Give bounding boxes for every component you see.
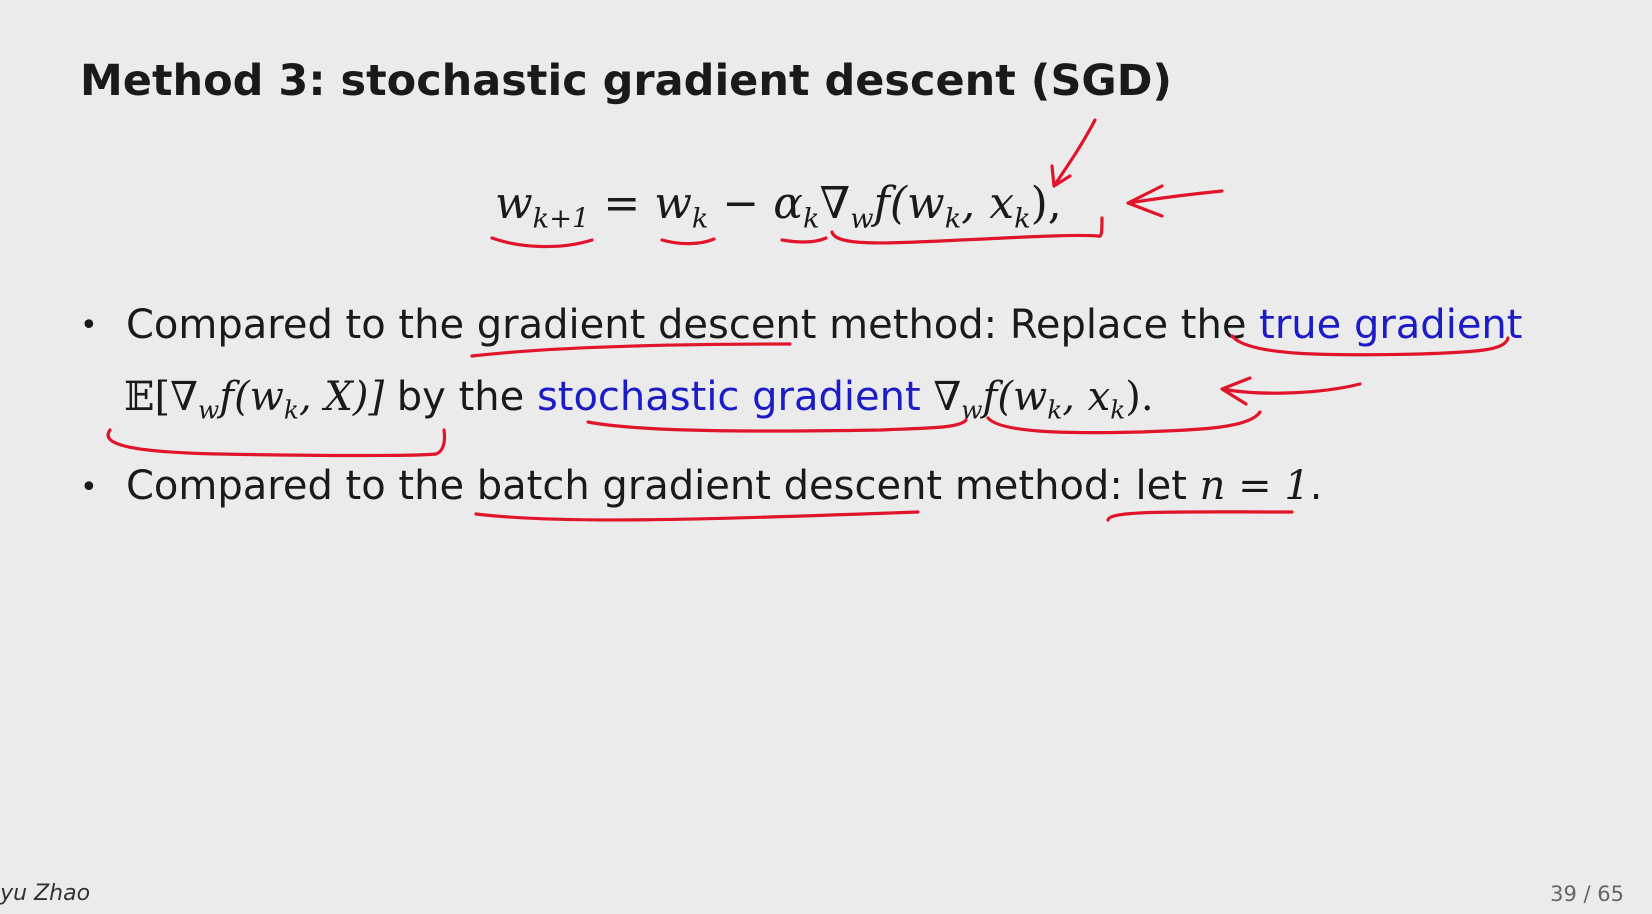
underline-stochastic-gradient xyxy=(586,418,968,433)
gradient-descent-term: gradient descent xyxy=(476,302,817,348)
underline-wk1 xyxy=(490,236,594,249)
bullet-marker: • xyxy=(80,470,98,505)
arrow-to-xk xyxy=(1050,118,1097,188)
bullet-marker: • xyxy=(80,308,98,343)
underline-expectation xyxy=(106,428,447,458)
bullet-1-line-2: 𝔼[∇wf(wk, X)] by the stochastic gradient… xyxy=(124,374,1154,425)
arrow-to-sg-expression xyxy=(1220,376,1362,406)
stochastic-gradient-term: stochastic gradient xyxy=(536,374,921,420)
slide-title: Method 3: stochastic gradient descent (S… xyxy=(80,56,1173,106)
expectation-expression: 𝔼[∇wf(wk, X)] xyxy=(124,374,385,425)
footer-author: iyu Zhao xyxy=(0,881,91,906)
underline-let-n1 xyxy=(1106,510,1294,522)
underline-batch-gradient-descent xyxy=(474,510,920,522)
true-gradient-term: true gradient xyxy=(1259,302,1523,348)
arrow-to-equation xyxy=(1126,184,1224,218)
sgd-update-equation: wk+1 = wk − αk∇wf(wk, xk), xyxy=(495,178,1062,235)
n-equals-one: n = 1 xyxy=(1199,463,1310,509)
batch-gradient-descent-term: batch gradient descent xyxy=(476,463,943,509)
bullet-1-line-1: Compared to the gradient descent method:… xyxy=(126,302,1523,348)
handwritten-annotations xyxy=(106,118,1510,522)
underline-wk xyxy=(660,237,716,246)
underline-alpha xyxy=(780,236,828,244)
stochastic-gradient-expression: ∇wf(wk, xk). xyxy=(920,374,1154,425)
bullet-2-line: Compared to the batch gradient descent m… xyxy=(126,463,1323,509)
page-number: 39 / 65 xyxy=(1550,882,1624,906)
